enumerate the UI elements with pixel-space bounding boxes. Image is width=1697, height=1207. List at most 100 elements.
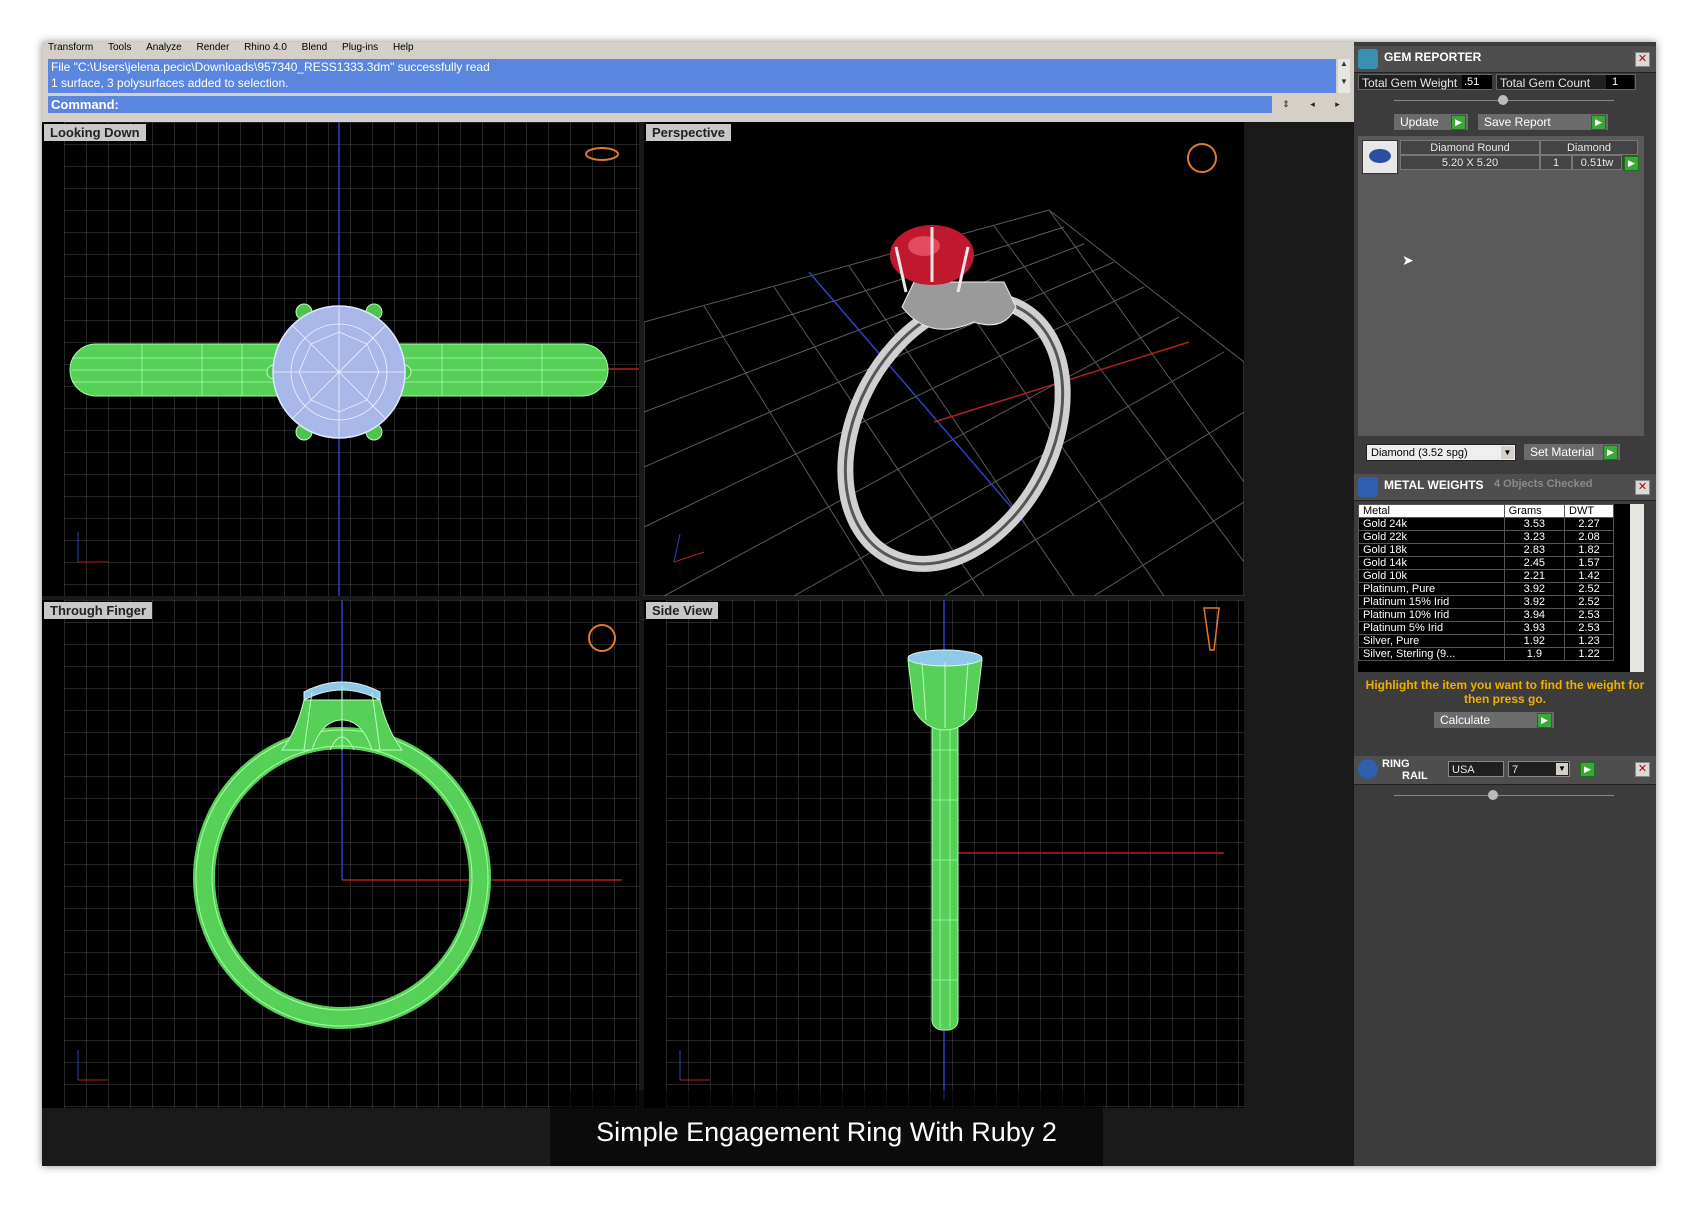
diamond-round-icon bbox=[1369, 149, 1391, 163]
table-row[interactable]: Gold 18k 2.83 1.82 bbox=[1358, 543, 1614, 557]
command-history: File "C:\Users\jelena.pecic\Downloads\95… bbox=[48, 59, 1336, 93]
menu-tools[interactable]: Tools bbox=[102, 43, 137, 53]
material-select[interactable]: Diamond (3.52 spg) ▼ bbox=[1366, 444, 1516, 461]
menu-help[interactable]: Help bbox=[387, 43, 420, 53]
grams-column-header[interactable]: Grams bbox=[1503, 504, 1566, 518]
chevron-down-icon: ▼ bbox=[1501, 446, 1514, 459]
metal-weights-status: 4 Objects Checked bbox=[1494, 478, 1593, 490]
command-left-arrow-icon[interactable]: ◂ bbox=[1310, 99, 1315, 110]
video-caption: Simple Engagement Ring With Ruby 2 bbox=[550, 1090, 1103, 1166]
update-button[interactable]: Update ▶ bbox=[1394, 114, 1468, 130]
viewport-front[interactable]: Through Finger bbox=[42, 600, 639, 1108]
gem-reporter-title: GEM REPORTER bbox=[1384, 50, 1482, 64]
metal-name: Platinum 10% Irid bbox=[1358, 608, 1505, 622]
gem-type: Diamond bbox=[1540, 140, 1638, 155]
save-report-button[interactable]: Save Report ▶ bbox=[1478, 114, 1608, 130]
menu-plugins[interactable]: Plug-ins bbox=[336, 43, 384, 53]
metal-name: Platinum 15% Irid bbox=[1358, 595, 1505, 609]
metal-dwt: 2.52 bbox=[1564, 595, 1614, 609]
metal-grams: 3.92 bbox=[1503, 582, 1566, 596]
gem-totals: Total Gem Weight .51 Total Gem Count 1 bbox=[1358, 74, 1652, 92]
dwt-column-header[interactable]: DWT bbox=[1564, 504, 1614, 518]
ring-size-value: 7 bbox=[1512, 764, 1519, 776]
menu-rhino[interactable]: Rhino 4.0 bbox=[238, 43, 293, 53]
metal-table-scrollbar[interactable] bbox=[1630, 504, 1644, 672]
metal-weights-title: METAL WEIGHTS bbox=[1384, 478, 1484, 492]
metal-name: Gold 24k bbox=[1358, 517, 1505, 531]
chevron-down-icon: ▼ bbox=[1556, 763, 1568, 775]
table-row[interactable]: Gold 14k 2.45 1.57 bbox=[1358, 556, 1614, 570]
table-row[interactable]: Platinum 5% Irid 3.93 2.53 bbox=[1358, 621, 1614, 635]
ring-rail-go-icon[interactable]: ▶ bbox=[1580, 762, 1595, 777]
table-row[interactable]: Platinum, Pure 3.92 2.52 bbox=[1358, 582, 1614, 596]
ring-rail-title: RING RAIL bbox=[1382, 758, 1428, 782]
gem-thumbnail[interactable] bbox=[1362, 140, 1398, 174]
gem-name: Diamond Round bbox=[1400, 140, 1540, 155]
command-spin-icon[interactable]: ⇕ bbox=[1282, 99, 1290, 110]
ring-size-select[interactable]: 7 ▼ bbox=[1508, 761, 1570, 777]
gem-quantity: 1 bbox=[1540, 155, 1572, 170]
viewport-label-front[interactable]: Through Finger bbox=[44, 602, 153, 619]
gem-reporter-close-icon[interactable]: ✕ bbox=[1635, 52, 1650, 67]
menu-analyze[interactable]: Analyze bbox=[140, 43, 188, 53]
metal-dwt: 1.57 bbox=[1564, 556, 1614, 570]
metal-name: Platinum, Pure bbox=[1358, 582, 1505, 596]
application-window: Transform Tools Analyze Render Rhino 4.0… bbox=[42, 42, 1656, 1166]
table-row[interactable]: Gold 10k 2.21 1.42 bbox=[1358, 569, 1614, 583]
table-row[interactable]: Platinum 15% Irid 3.92 2.52 bbox=[1358, 595, 1614, 609]
metal-dwt: 2.52 bbox=[1564, 582, 1614, 596]
viewport-label-perspective[interactable]: Perspective bbox=[646, 124, 731, 141]
viewport-label-right[interactable]: Side View bbox=[646, 602, 719, 619]
calculate-go-icon: ▶ bbox=[1537, 713, 1552, 728]
metal-dwt: 1.22 bbox=[1564, 647, 1614, 661]
menu-bar: Transform Tools Analyze Render Rhino 4.0… bbox=[42, 42, 1354, 56]
gem-row[interactable]: Diamond Round Diamond 5.20 X 5.20 1 0.51… bbox=[1400, 140, 1639, 171]
menu-blend[interactable]: Blend bbox=[296, 43, 334, 53]
table-row[interactable]: Gold 22k 3.23 2.08 bbox=[1358, 530, 1614, 544]
ring-country-field[interactable]: USA bbox=[1448, 761, 1504, 777]
viewport-perspective[interactable]: Perspective bbox=[644, 122, 1244, 596]
metal-grams: 3.93 bbox=[1503, 621, 1566, 635]
table-row[interactable]: Gold 24k 3.53 2.27 bbox=[1358, 517, 1614, 531]
ring-rail-close-icon[interactable]: ✕ bbox=[1635, 762, 1650, 777]
command-right-arrow-icon[interactable]: ▸ bbox=[1335, 99, 1340, 110]
metal-column-header[interactable]: Metal bbox=[1358, 504, 1505, 518]
viewport-top[interactable]: Looking Down bbox=[42, 122, 639, 596]
table-row[interactable]: Silver, Sterling (9... 1.9 1.22 bbox=[1358, 647, 1614, 661]
table-row[interactable]: Platinum 10% Irid 3.94 2.53 bbox=[1358, 608, 1614, 622]
metal-dwt: 2.53 bbox=[1564, 608, 1614, 622]
set-material-button[interactable]: Set Material ▶ bbox=[1524, 444, 1620, 460]
metal-name: Gold 18k bbox=[1358, 543, 1505, 557]
calculate-button[interactable]: Calculate ▶ bbox=[1434, 712, 1554, 728]
viewport-right[interactable]: Side View bbox=[644, 600, 1244, 1108]
metal-name: Gold 10k bbox=[1358, 569, 1505, 583]
menu-transform[interactable]: Transform bbox=[42, 43, 99, 53]
menu-render[interactable]: Render bbox=[190, 43, 235, 53]
command-input[interactable]: Command: bbox=[48, 96, 1336, 113]
material-select-value: Diamond (3.52 spg) bbox=[1371, 447, 1468, 459]
ring-rail-slider-thumb[interactable] bbox=[1488, 790, 1498, 800]
gem-row-go-icon[interactable]: ▶ bbox=[1624, 156, 1639, 171]
set-material-label: Set Material bbox=[1530, 445, 1595, 459]
metal-weights-close-icon[interactable]: ✕ bbox=[1635, 480, 1650, 495]
ring-rail-header: RING RAIL USA 7 ▼ ▶ ✕ bbox=[1354, 756, 1656, 785]
gem-slider-thumb[interactable] bbox=[1498, 95, 1508, 105]
metal-name: Platinum 5% Irid bbox=[1358, 621, 1505, 635]
metal-weights-hint: Highlight the item you want to find the … bbox=[1365, 678, 1645, 706]
metal-weights-icon bbox=[1358, 477, 1378, 497]
ring-rail-slider-track[interactable] bbox=[1394, 795, 1614, 796]
table-row[interactable]: Silver, Pure 1.92 1.23 bbox=[1358, 634, 1614, 648]
history-scrollbar[interactable]: ▲ ▼ bbox=[1338, 59, 1350, 93]
save-report-label: Save Report bbox=[1484, 115, 1551, 129]
metal-dwt: 1.82 bbox=[1564, 543, 1614, 557]
metal-grams: 3.53 bbox=[1503, 517, 1566, 531]
metal-grams: 3.94 bbox=[1503, 608, 1566, 622]
metal-grams: 3.23 bbox=[1503, 530, 1566, 544]
front-grid bbox=[64, 600, 639, 1108]
gem-weight: 0.51tw bbox=[1572, 155, 1622, 170]
viewport-label-top[interactable]: Looking Down bbox=[44, 124, 146, 141]
total-gem-count-value: 1 bbox=[1606, 75, 1634, 89]
command-area: File "C:\Users\jelena.pecic\Downloads\95… bbox=[42, 56, 1354, 122]
update-go-icon: ▶ bbox=[1451, 115, 1466, 130]
metal-grams: 2.21 bbox=[1503, 569, 1566, 583]
